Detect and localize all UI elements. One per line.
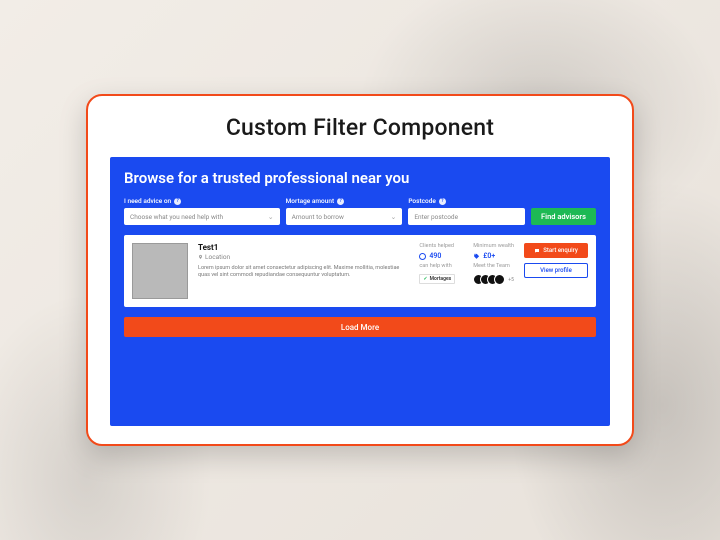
check-icon: ✓ — [423, 276, 427, 282]
amount-label: Mortage amount ? — [286, 197, 403, 205]
wealth-value: £0+ — [473, 252, 514, 260]
start-enquiry-button[interactable]: Start enquiry — [524, 243, 588, 258]
amount-select[interactable]: Amount to borrow ⌄ — [286, 208, 403, 225]
postcode-placeholder: Enter postcode — [414, 213, 458, 221]
postcode-field-group: Postcode ? Enter postcode — [408, 197, 525, 225]
advice-placeholder: Choose what you need help with — [130, 213, 223, 221]
load-more-button[interactable]: Load More — [124, 317, 596, 337]
advice-field-group: I need advice on ? Choose what you need … — [124, 197, 280, 225]
amount-field-group: Mortage amount ? Amount to borrow ⌄ — [286, 197, 403, 225]
wealth-label: Minimum wealth — [473, 243, 514, 249]
panel-heading: Browse for a trusted professional near y… — [124, 169, 596, 187]
clients-value-text: 490 — [429, 252, 441, 260]
enquiry-label: Start enquiry — [543, 247, 578, 254]
result-thumbnail — [132, 243, 188, 299]
advice-label-text: I need advice on — [124, 197, 171, 205]
chat-icon — [534, 248, 540, 254]
result-location: Location — [198, 253, 409, 261]
advice-select[interactable]: Choose what you need help with ⌄ — [124, 208, 280, 225]
filter-row: I need advice on ? Choose what you need … — [124, 197, 596, 225]
result-card: Test1 Location Lorem ipsum dolor sit ame… — [124, 235, 596, 307]
help-label: can help with — [419, 263, 455, 269]
result-name: Test1 — [198, 243, 409, 252]
amount-label-text: Mortage amount — [286, 197, 335, 205]
team-more-count: +5 — [508, 277, 514, 283]
pin-icon — [198, 254, 203, 260]
find-advisors-button[interactable]: Find advisors — [531, 208, 596, 225]
result-actions: Start enquiry View profile — [524, 243, 588, 278]
result-description: Lorem ipsum dolor sit amet consectetur a… — [198, 265, 409, 280]
showcase-card: Custom Filter Component Browse for a tru… — [86, 94, 634, 446]
team-label: Meet the Team — [473, 263, 514, 269]
postcode-label: Postcode ? — [408, 197, 525, 205]
wealth-stat: Minimum wealth £0+ Meet the Team +5 — [473, 243, 514, 285]
filter-panel: Browse for a trusted professional near y… — [110, 157, 610, 426]
info-icon[interactable]: ? — [174, 198, 181, 205]
result-stats: Clients helped 490 can help with ✓ Morta… — [419, 243, 514, 285]
showcase-title: Custom Filter Component — [110, 114, 610, 141]
avatar — [494, 274, 505, 285]
ring-icon — [419, 253, 426, 260]
help-tag: ✓ Mortages — [419, 274, 455, 284]
help-tag-text: Mortages — [430, 276, 452, 282]
clients-label: Clients helped — [419, 243, 455, 249]
view-profile-button[interactable]: View profile — [524, 263, 588, 278]
postcode-label-text: Postcode — [408, 197, 436, 205]
clients-stat: Clients helped 490 can help with ✓ Morta… — [419, 243, 455, 285]
chevron-down-icon: ⌄ — [268, 213, 274, 221]
amount-placeholder: Amount to borrow — [292, 213, 344, 221]
wealth-value-text: £0+ — [483, 252, 495, 260]
team-avatars: +5 — [473, 274, 514, 285]
tag-icon — [473, 253, 480, 260]
result-location-text: Location — [205, 253, 230, 261]
chevron-down-icon: ⌄ — [390, 213, 396, 221]
info-icon[interactable]: ? — [337, 198, 344, 205]
info-icon[interactable]: ? — [439, 198, 446, 205]
clients-value: 490 — [419, 252, 455, 260]
result-main: Test1 Location Lorem ipsum dolor sit ame… — [198, 243, 409, 280]
advice-label: I need advice on ? — [124, 197, 280, 205]
postcode-input[interactable]: Enter postcode — [408, 208, 525, 225]
